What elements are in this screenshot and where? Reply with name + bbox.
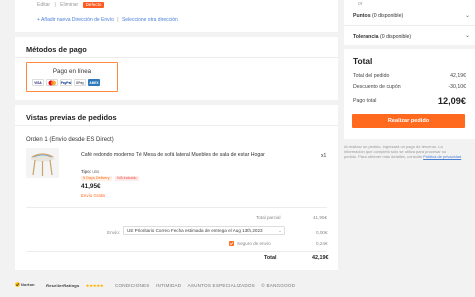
coupon-label: Descuento de cupón (353, 84, 401, 90)
divider (26, 251, 327, 252)
points-note: (0 disponible) (372, 13, 404, 19)
divider (15, 125, 338, 126)
previews-title: Vistas previas de pedidos (26, 113, 117, 122)
pay-total-label: Pago total (353, 98, 377, 104)
mastercard-logo-icon (46, 79, 58, 86)
points-row[interactable]: Puntos (0 disponible) (353, 13, 403, 19)
product-price: 41,95€ (81, 183, 101, 190)
product-type-label: Tipo: (81, 169, 92, 174)
divider (26, 207, 327, 208)
add-address-link[interactable]: + Añadir nueva Dirección de Envío (37, 17, 114, 23)
legal-text: Al realizar un pedido, ingresará un pago… (344, 144, 472, 159)
vat-tag: IVA incluido (114, 176, 139, 181)
insurance-value: 0,24€ (316, 241, 328, 246)
order-header: Orden 1 (Envío desde ES Direct) (26, 137, 114, 143)
privacy-policy-link[interactable]: Política de privacidad (423, 154, 461, 159)
check-shield-icon (15, 282, 20, 287)
points-panel: or Puntos (0 disponible) ⌄ Tolerancia (0… (344, 0, 475, 45)
tolerance-note: (0 disponible) (380, 34, 412, 40)
chevron-down-icon[interactable]: ⌄ (465, 12, 470, 19)
coupon-value: -30,10€ (448, 84, 466, 90)
product-qty: x1 (321, 153, 327, 159)
footer-copyright: © BANGGOOD (261, 283, 296, 288)
legal-line-3-text: pedido. Para obtener más detalles, consu… (344, 154, 423, 159)
address-actions: Editar | Eliminar Defecto (37, 2, 107, 8)
shipping-value: 0,00€ (316, 230, 328, 235)
tolerance-label: Tolerancia (353, 34, 379, 40)
footer-link-specialized[interactable]: ASUNTOS ESPECIALIZADOS (188, 283, 255, 288)
insurance-checkbox[interactable] (229, 241, 234, 246)
action-separator: | (54, 2, 56, 8)
online-payment-label: Pago en línea (52, 68, 92, 75)
shipping-method-select[interactable]: UE Prioritario Correo Fecha estimada de … (123, 226, 285, 235)
norton-label: Norton (21, 282, 35, 287)
chevron-down-icon: ⌄ (278, 228, 282, 233)
address-links: + Añadir nueva Dirección de Envío | Sele… (37, 17, 178, 23)
address-card: Editar | Eliminar Defecto + Añadir nueva… (15, 0, 338, 32)
paypal-logo-icon: PayPal (60, 79, 72, 86)
summary-panel: Total Total del pedido 42,19€ Descuento … (344, 49, 475, 139)
amex-logo-icon: AMEX (88, 79, 100, 86)
order-total-value: 42,19€ (450, 73, 466, 79)
online-payment-option[interactable]: Pago en línea VISA PayPal GPay AMEX (26, 62, 118, 92)
insurance-label: Seguro de envío (237, 241, 271, 246)
default-badge: Defecto (82, 2, 105, 8)
order-previews-card: Vistas previas de pedidos Orden 1 (Envío… (15, 105, 338, 270)
tolerance-row[interactable]: Tolerancia (0 disponible) (353, 34, 411, 40)
product-type-value: uno (92, 169, 100, 174)
legal-line-3: pedido. Para obtener más detalles, consu… (344, 154, 472, 159)
footer-link-privacy[interactable]: INTIMIDAD (156, 283, 181, 288)
chevron-down-icon[interactable]: ⌄ (465, 32, 470, 39)
reseller-label: ResellerRatings (46, 283, 80, 288)
or-text: or (358, 1, 363, 7)
norton-badge: Norton (15, 282, 40, 287)
payment-title: Métodos de pago (26, 45, 87, 54)
order-total-row: Total del pedido 42,19€ (353, 73, 466, 79)
order-total-label: Total del pedido (353, 73, 390, 79)
summary-title: Total (353, 56, 373, 66)
edit-address-link[interactable]: Editar (37, 2, 50, 8)
payment-methods-card: Métodos de pago Pago en línea VISA PayPa… (15, 37, 338, 100)
coupon-row: Descuento de cupón -30,10€ (353, 84, 466, 90)
points-label: Puntos (353, 13, 371, 19)
product-type: Tipo: uno (81, 169, 99, 174)
footer: Norton ResellerRatings ★★★★★ CONDICIONES… (15, 282, 300, 288)
shipping-method-value: UE Prioritario Correo Fecha estimada de … (127, 228, 263, 233)
visa-logo-icon: VISA (32, 79, 44, 86)
select-address-link[interactable]: Seleccione otra dirección (122, 17, 178, 23)
pay-total-row: Pago total 12,09€ (353, 96, 466, 106)
shipping-label: Envío: (107, 230, 121, 235)
place-order-button[interactable]: Realizar pedido (352, 114, 465, 128)
product-thumbnail[interactable] (26, 148, 59, 178)
product-tags: 5 Days Delivery IVA incluido (81, 175, 141, 181)
delivery-tag: 5 Days Delivery (81, 176, 112, 181)
total-value: 42,19€ (312, 255, 329, 261)
reseller-ratings: ResellerRatings ★★★★★ (46, 283, 110, 288)
payment-logos: VISA PayPal GPay AMEX (32, 79, 100, 86)
free-shipping-note: Envío Gratis (81, 193, 106, 198)
footer-link-conditions[interactable]: CONDICIONES (115, 283, 150, 288)
links-separator: | (117, 17, 119, 23)
divider (15, 57, 338, 58)
subtotal-label: Total parcial (256, 215, 281, 220)
product-name[interactable]: Café redondo moderno Té Mesa de sofá lat… (81, 152, 266, 159)
gpay-logo-icon: GPay (74, 79, 86, 86)
total-label: Total (264, 255, 277, 261)
subtotal-value: 41,95€ (313, 215, 328, 220)
pay-total-value: 12,09€ (437, 96, 466, 106)
divider (344, 25, 475, 26)
rating-stars-icon: ★★★★★ (85, 283, 104, 288)
delete-address-link[interactable]: Eliminar (60, 2, 78, 8)
